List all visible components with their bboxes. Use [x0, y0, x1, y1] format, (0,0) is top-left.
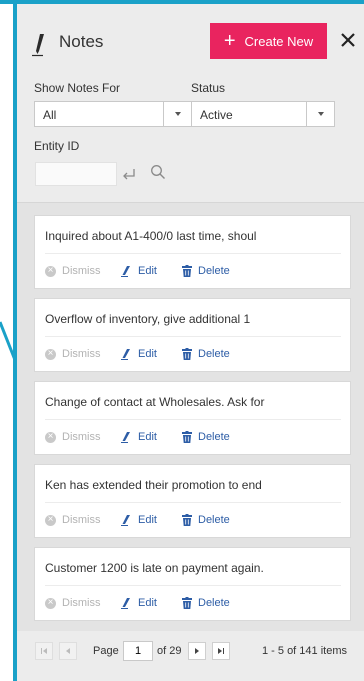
pencil-icon — [121, 266, 130, 277]
note-card: Ken has extended their promotion to end … — [34, 464, 351, 538]
delete-button[interactable]: Delete — [182, 431, 230, 443]
card-divider — [45, 336, 341, 337]
delete-button[interactable]: Delete — [182, 597, 230, 609]
pencil-icon — [121, 432, 130, 443]
plus-icon: + — [223, 30, 236, 52]
create-new-button[interactable]: + Create New — [210, 23, 327, 59]
edit-label: Edit — [138, 597, 157, 609]
chevron-down-icon — [163, 102, 191, 126]
dismiss-icon — [45, 430, 56, 444]
card-divider — [45, 253, 341, 254]
note-text[interactable]: Overflow of inventory, give additional 1 — [45, 312, 345, 326]
trash-icon — [182, 348, 192, 360]
dismiss-label: Dismiss — [62, 514, 101, 526]
card-divider — [45, 419, 341, 420]
delete-label: Delete — [198, 514, 230, 526]
last-page-button[interactable] — [212, 642, 230, 660]
pagination-bar: Page of 29 1 - 5 of 141 items — [17, 632, 364, 681]
status-value: Active — [200, 108, 233, 122]
note-actions: Dismiss Edit Delete — [45, 512, 230, 528]
panel-title: Notes — [59, 32, 104, 51]
close-icon[interactable] — [337, 29, 359, 51]
edit-button[interactable]: Edit — [121, 265, 182, 277]
trash-icon — [182, 431, 192, 443]
note-card: Inquired about A1-400/0 last time, shoul… — [34, 215, 351, 289]
note-card: Customer 1200 is late on payment again. … — [34, 547, 351, 621]
delete-button[interactable]: Delete — [182, 348, 230, 360]
pencil-icon — [121, 598, 130, 609]
pencil-icon — [121, 349, 130, 360]
page-label: Page — [93, 645, 119, 657]
note-text[interactable]: Customer 1200 is late on payment again. — [45, 561, 345, 575]
notes-list: Inquired about A1-400/0 last time, shoul… — [17, 203, 364, 631]
dismiss-icon — [45, 513, 56, 527]
first-page-button[interactable] — [35, 642, 53, 660]
dismiss-icon — [45, 596, 56, 610]
trash-icon — [182, 514, 192, 526]
note-card: Change of contact at Wholesales. Ask for… — [34, 381, 351, 455]
chevron-left-icon — [66, 648, 70, 654]
page-number-input[interactable] — [123, 641, 153, 661]
trash-icon — [182, 597, 192, 609]
search-icon[interactable] — [150, 164, 166, 180]
card-divider — [45, 502, 341, 503]
dismiss-button[interactable]: Dismiss — [45, 264, 121, 278]
last-page-icon — [218, 648, 224, 654]
card-divider — [45, 585, 341, 586]
delete-label: Delete — [198, 431, 230, 443]
dismiss-label: Dismiss — [62, 348, 101, 360]
note-actions: Dismiss Edit Delete — [45, 346, 230, 362]
note-text[interactable]: Ken has extended their promotion to end — [45, 478, 345, 492]
dismiss-button[interactable]: Dismiss — [45, 430, 121, 444]
note-text[interactable]: Inquired about A1-400/0 last time, shoul — [45, 229, 345, 243]
chevron-right-icon — [195, 648, 199, 654]
delete-label: Delete — [198, 348, 230, 360]
dismiss-button[interactable]: Dismiss — [45, 596, 121, 610]
enter-icon[interactable] — [121, 167, 137, 181]
show-notes-for-value: All — [43, 108, 57, 122]
dismiss-icon — [45, 264, 56, 278]
note-actions: Dismiss Edit Delete — [45, 429, 230, 445]
create-new-label: Create New — [244, 33, 314, 49]
note-text[interactable]: Change of contact at Wholesales. Ask for — [45, 395, 345, 409]
show-notes-for-label: Show Notes For — [34, 81, 121, 95]
edit-label: Edit — [138, 348, 157, 360]
dismiss-icon — [45, 347, 56, 361]
dismiss-button[interactable]: Dismiss — [45, 347, 121, 361]
dismiss-label: Dismiss — [62, 431, 101, 443]
dismiss-button[interactable]: Dismiss — [45, 513, 121, 527]
pencil-icon — [121, 515, 130, 526]
edit-button[interactable]: Edit — [121, 514, 182, 526]
first-page-icon — [41, 648, 47, 654]
status-select[interactable]: Active — [191, 101, 335, 127]
panel-header: Notes + Create New — [17, 4, 364, 74]
delete-button[interactable]: Delete — [182, 265, 230, 277]
status-label: Status — [191, 81, 226, 95]
entity-id-label: Entity ID — [34, 139, 80, 153]
page-count: of 29 — [157, 645, 182, 657]
pagination-summary: 1 - 5 of 141 items — [262, 645, 347, 657]
dismiss-label: Dismiss — [62, 265, 101, 277]
dismiss-label: Dismiss — [62, 597, 101, 609]
delete-button[interactable]: Delete — [182, 514, 230, 526]
note-card: Overflow of inventory, give additional 1… — [34, 298, 351, 372]
delete-label: Delete — [198, 265, 230, 277]
next-page-button[interactable] — [188, 642, 206, 660]
edit-label: Edit — [138, 514, 157, 526]
chevron-down-icon — [306, 102, 334, 126]
edit-label: Edit — [138, 431, 157, 443]
edit-button[interactable]: Edit — [121, 597, 182, 609]
trash-icon — [182, 265, 192, 277]
note-actions: Dismiss Edit Delete — [45, 595, 230, 611]
prev-page-button[interactable] — [59, 642, 77, 660]
edit-button[interactable]: Edit — [121, 431, 182, 443]
entity-id-input[interactable] — [35, 162, 117, 186]
edit-button[interactable]: Edit — [121, 348, 182, 360]
edit-label: Edit — [138, 265, 157, 277]
note-actions: Dismiss Edit Delete — [45, 263, 230, 279]
notes-panel: Notes + Create New Show Notes For All St… — [17, 4, 364, 681]
show-notes-for-select[interactable]: All — [34, 101, 192, 127]
delete-label: Delete — [198, 597, 230, 609]
pencil-icon — [32, 34, 44, 57]
